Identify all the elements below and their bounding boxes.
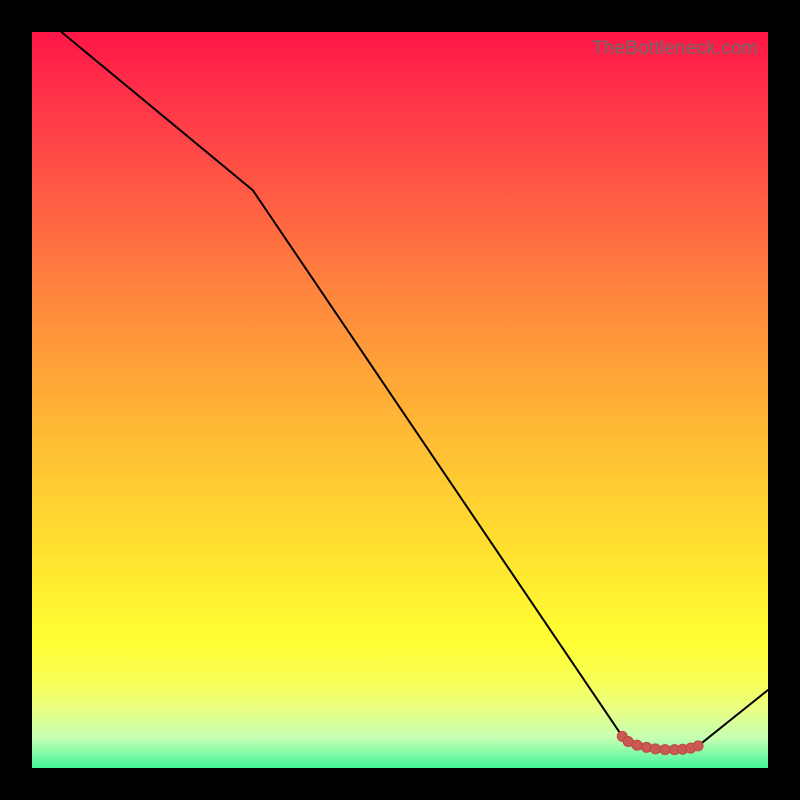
chart-frame: TheBottleneck.com	[0, 0, 800, 800]
highlight-dot	[678, 744, 688, 754]
watermark-text: TheBottleneck.com	[592, 38, 758, 60]
highlight-dot	[660, 745, 670, 755]
highlight-dot	[686, 743, 696, 753]
highlight-dot	[617, 731, 627, 741]
chart-overlay	[32, 32, 768, 768]
highlight-dot	[623, 737, 633, 747]
data-line	[61, 32, 768, 750]
highlight-dot	[670, 745, 680, 755]
highlight-dot	[650, 744, 660, 754]
highlight-line	[622, 736, 698, 749]
highlight-dot	[642, 742, 652, 752]
highlight-dots	[617, 731, 703, 754]
highlight-dot	[693, 741, 703, 751]
highlight-dot	[632, 740, 642, 750]
plot-area: TheBottleneck.com	[32, 32, 768, 768]
